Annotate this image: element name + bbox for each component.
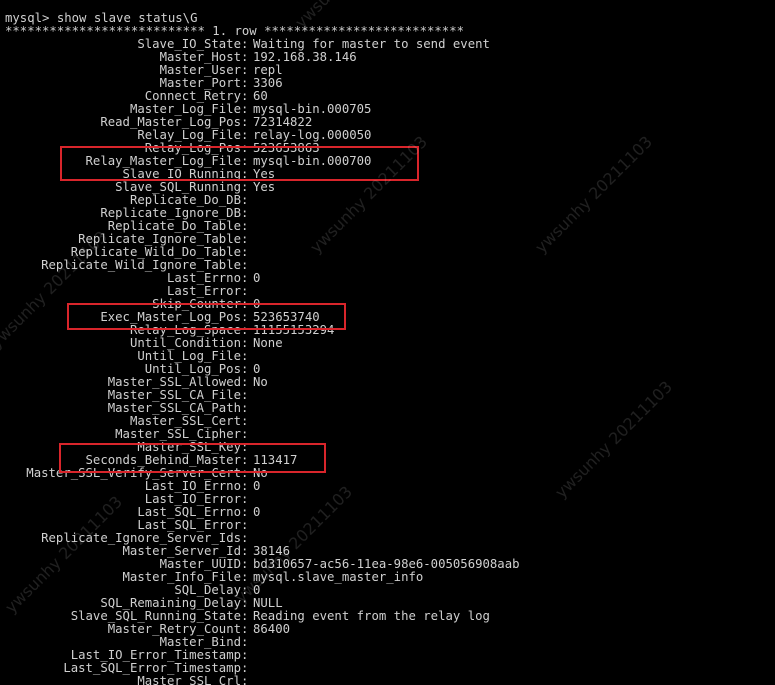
status-field-row: Exec_Master_Log_Pos: 523653740: [0, 311, 775, 324]
field-value: mysql.slave_master_info: [253, 570, 424, 584]
status-field-row: Last_IO_Errno: 0: [0, 480, 775, 493]
status-field-row: Last_Errno: 0: [0, 272, 775, 285]
field-separator: :: [241, 674, 256, 685]
status-field-row: Until_Log_File:: [0, 350, 775, 363]
status-field-row: Read_Master_Log_Pos: 72314822: [0, 116, 775, 129]
status-field-row: Master_SSL_Crl:: [0, 675, 775, 685]
status-field-row: Connect_Retry: 60: [0, 90, 775, 103]
status-field-row: Relay_Master_Log_File: mysql-bin.000700: [0, 155, 775, 168]
status-field-row: Until_Condition: None: [0, 337, 775, 350]
status-field-row: Replicate_Wild_Ignore_Table:: [0, 259, 775, 272]
status-field-row: Replicate_Ignore_Server_Ids:: [0, 532, 775, 545]
status-field-row: Relay_Log_Space: 11155153294: [0, 324, 775, 337]
status-field-row: Master_SSL_CA_Path:: [0, 402, 775, 415]
status-field-row: Last_SQL_Errno: 0: [0, 506, 775, 519]
status-field-row: Master_SSL_Cipher:: [0, 428, 775, 441]
status-field-row: Master_Host: 192.168.38.146: [0, 51, 775, 64]
status-field-row: Master_Port: 3306: [0, 77, 775, 90]
field-value: None: [253, 336, 283, 350]
field-value: Yes: [253, 180, 276, 194]
status-field-row: Last_SQL_Error_Timestamp:: [0, 662, 775, 675]
status-field-row: Relay_Log_File: relay-log.000050: [0, 129, 775, 142]
field-name: Master_SSL_Crl: [137, 674, 241, 685]
status-field-row: Slave_IO_State: Waiting for master to se…: [0, 38, 775, 51]
status-field-row: Slave_SQL_Running: Yes: [0, 181, 775, 194]
status-field-row: Master_User: repl: [0, 64, 775, 77]
status-field-row: Last_IO_Error:: [0, 493, 775, 506]
status-field-row: Last_Error:: [0, 285, 775, 298]
status-field-list: Slave_IO_State: Waiting for master to se…: [0, 38, 775, 685]
field-value: 86400: [253, 622, 291, 636]
status-field-row: Master_SSL_Verify_Server_Cert: No: [0, 467, 775, 480]
status-field-row: Master_Retry_Count: 86400: [0, 623, 775, 636]
terminal-window[interactable]: mysql> show slave status\G *************…: [0, 0, 775, 685]
status-field-row: Master_Info_File: mysql.slave_master_inf…: [0, 571, 775, 584]
